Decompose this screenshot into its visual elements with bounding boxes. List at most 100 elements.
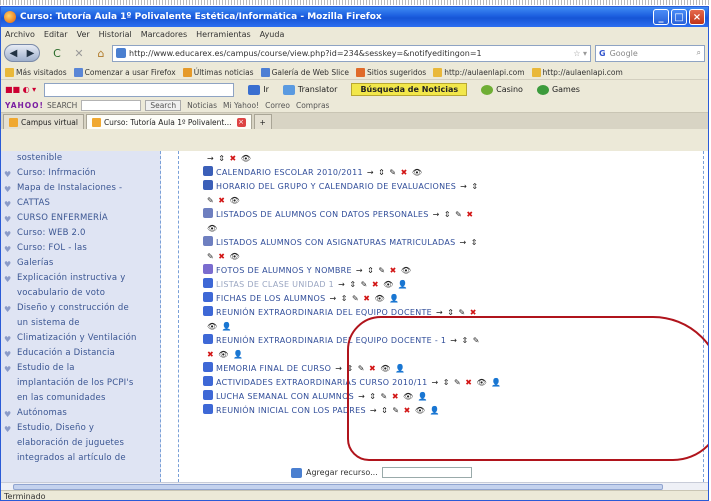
- bookmark-item[interactable]: Galería de Web Slice: [260, 67, 349, 77]
- sidebar-course-item[interactable]: ♥ Estudio de la: [4, 361, 157, 375]
- resource-link[interactable]: FOTOS DE ALUMNOS Y NOMBRE: [216, 266, 352, 275]
- resource-link[interactable]: REUNIÓN INICIAL CON LOS PADRES: [216, 406, 366, 415]
- edit-action-icons[interactable]: → ⇕ ✎ ✖ 👁: [356, 266, 412, 275]
- yahoo-link[interactable]: Mi Yahoo!: [223, 101, 259, 110]
- forward-arrow-icon[interactable]: ▶: [27, 48, 35, 59]
- close-button[interactable]: ×: [689, 9, 705, 25]
- edit-action-icons[interactable]: → ⇕ ✎ ✖ 👁 👤: [329, 294, 400, 303]
- horizontal-scrollbar[interactable]: [1, 482, 708, 490]
- bookmark-item[interactable]: Últimas noticias: [182, 67, 254, 77]
- menu-historial[interactable]: Historial: [99, 30, 132, 39]
- stop-icon[interactable]: ✕: [72, 46, 86, 60]
- yahoo-link[interactable]: Compras: [296, 101, 329, 110]
- maximize-button[interactable]: □: [671, 9, 687, 25]
- menu-ayuda[interactable]: Ayuda: [260, 30, 285, 39]
- add-resource-select[interactable]: [381, 467, 472, 478]
- back-arrow-icon[interactable]: ◀: [10, 48, 18, 59]
- bookmark-item[interactable]: http://aulaenlapi.com: [531, 67, 623, 77]
- sidebar-course-label: un sistema de: [17, 318, 80, 328]
- resource-link[interactable]: LISTADOS DE ALUMNOS CON DATOS PERSONALES: [216, 210, 429, 219]
- sidebar-course-item[interactable]: ♥ Curso: Infrmación: [4, 166, 157, 180]
- reload-icon[interactable]: C: [50, 46, 64, 60]
- resource-link[interactable]: FICHAS DE LOS ALUMNOS: [216, 294, 325, 303]
- sidebar-course-item[interactable]: elaboración de juguetes: [4, 436, 157, 450]
- go-button[interactable]: Ir: [248, 84, 269, 95]
- resource-link[interactable]: LISTAS DE CLASE UNIDAD 1: [216, 280, 334, 289]
- bookmark-item[interactable]: Comenzar a usar Firefox: [73, 67, 176, 77]
- search-box[interactable]: G Google ⌕: [595, 44, 705, 62]
- search-engine-icon[interactable]: G: [599, 49, 606, 58]
- edit-action-icons[interactable]: → ⇕ ✎ ✖: [433, 210, 474, 219]
- news-search-button[interactable]: Búsqueda de Noticias: [351, 83, 468, 96]
- casino-button[interactable]: Casino: [481, 84, 523, 95]
- search-placeholder[interactable]: Google: [610, 49, 697, 58]
- sidebar-course-item[interactable]: ♥ Educación a Distancia: [4, 346, 157, 360]
- bookmark-item[interactable]: Más visitados: [5, 67, 67, 77]
- menu-ver[interactable]: Ver: [77, 30, 90, 39]
- sidebar-course-item[interactable]: en las comunidades: [4, 391, 157, 405]
- edit-action-icons[interactable]: → ⇕: [460, 182, 479, 191]
- resource-link[interactable]: CALENDARIO ESCOLAR 2010/2011: [216, 168, 363, 177]
- back-forward-buttons[interactable]: ◀ ▶: [4, 44, 40, 62]
- sidebar-course-item[interactable]: ♥ Diseño y construcción de: [4, 301, 157, 315]
- close-tab-icon[interactable]: ×: [236, 117, 246, 127]
- sidebar-course-label: CATTAS: [17, 198, 51, 208]
- sidebar-course-item[interactable]: sostenible: [4, 151, 157, 165]
- resource-link[interactable]: HORARIO DEL GRUPO Y CALENDARIO DE EVALUA…: [216, 182, 456, 191]
- new-tab-button[interactable]: +: [253, 114, 272, 129]
- tab-campus[interactable]: Campus virtual: [3, 114, 84, 129]
- sidebar-course-item[interactable]: ♥ Autónomas: [4, 406, 157, 420]
- sidebar-course-item[interactable]: ♥ Climatización y Ventilación: [4, 331, 157, 345]
- edit-action-icons[interactable]: → ⇕ ✖ 👁: [207, 154, 252, 163]
- bookmark-item[interactable]: http://aulaenlapi.com: [433, 67, 525, 77]
- search-icon[interactable]: ⌕: [697, 48, 701, 58]
- menu-herramientas[interactable]: Herramientas: [196, 30, 251, 39]
- resource-link[interactable]: LUCHA SEMANAL CON ALUMNOS: [216, 392, 354, 401]
- menu-editar[interactable]: Editar: [44, 30, 68, 39]
- translator-button[interactable]: Translator: [282, 84, 337, 95]
- yahoo-link[interactable]: Correo: [265, 101, 290, 110]
- edit-action-icons[interactable]: ✎ ✖ 👁: [207, 196, 241, 205]
- yahoo-search-button[interactable]: Search: [145, 100, 182, 111]
- tab-strip: Campus virtual Curso: Tutoría Aula 1º Po…: [1, 113, 708, 129]
- sidebar-course-item[interactable]: ♥ CURSO ENFERMERÍA: [4, 211, 157, 225]
- resource-link[interactable]: MEMORIA FINAL DE CURSO: [216, 364, 331, 373]
- toolbar-search-input[interactable]: [44, 82, 235, 97]
- edit-action-icons[interactable]: ✖ 👁 👤: [207, 350, 244, 359]
- sidebar-course-item[interactable]: ♥ CATTAS: [4, 196, 157, 210]
- tab-course[interactable]: Curso: Tutoría Aula 1º Polivalent... ×: [85, 114, 252, 129]
- games-button[interactable]: Games: [536, 84, 580, 95]
- resource-row: LISTAS DE CLASE UNIDAD 1 → ⇕ ✎ ✖ 👁 👤: [203, 278, 708, 292]
- site-favicon: [116, 48, 126, 58]
- edit-action-icons[interactable]: → ⇕ ✎ ✖ 👁: [367, 168, 423, 177]
- menu-marcadores[interactable]: Marcadores: [141, 30, 187, 39]
- sidebar-course-item[interactable]: ♥ Explicación instructiva y: [4, 271, 157, 285]
- edit-action-icons[interactable]: 👁: [207, 224, 218, 233]
- sidebar-course-item[interactable]: ♥ Galerías: [4, 256, 157, 270]
- bookmark-item[interactable]: Sitios sugeridos: [356, 67, 426, 77]
- sidebar-course-item[interactable]: ♥ Curso: FOL - las: [4, 241, 157, 255]
- sidebar-course-item[interactable]: ♥ Mapa de Instalaciones -: [4, 181, 157, 195]
- sidebar-course-item[interactable]: ♥ Curso: WEB 2.0: [4, 226, 157, 240]
- resource-link[interactable]: LISTADOS ALUMNOS CON ASIGNATURAS MATRICU…: [216, 238, 456, 247]
- edit-action-icons[interactable]: 👁 👤: [207, 322, 233, 331]
- sidebar-course-item[interactable]: integrados al artículo de: [4, 451, 157, 465]
- sidebar-course-item[interactable]: ♥ Estudio, Diseño y: [4, 421, 157, 435]
- add-resource-control[interactable]: Agregar recurso...: [291, 467, 472, 478]
- home-icon[interactable]: ⌂: [94, 46, 108, 60]
- bookmark-star-icon[interactable]: ☆ ▾: [573, 49, 587, 58]
- yahoo-link[interactable]: Noticias: [187, 101, 217, 110]
- sidebar-course-item[interactable]: vocabulario de voto: [4, 286, 157, 300]
- minimize-button[interactable]: _: [653, 9, 669, 25]
- course-main: → ⇕ ✖ 👁 CALENDARIO ESCOLAR 2010/2011 → ⇕ ✎…: [161, 151, 708, 482]
- menu-archivo[interactable]: Archivo: [5, 30, 35, 39]
- edit-action-icons[interactable]: → ⇕: [460, 238, 479, 247]
- forum-resource-icon: [203, 376, 213, 386]
- yahoo-search-input[interactable]: [81, 100, 142, 111]
- sidebar-course-item[interactable]: un sistema de: [4, 316, 157, 330]
- edit-action-icons[interactable]: ✎ ✖ 👁: [207, 252, 241, 261]
- edit-action-icons[interactable]: → ⇕ ✎ ✖ 👁 👤: [338, 280, 409, 289]
- sidebar-course-item[interactable]: implantación de los PCPI's: [4, 376, 157, 390]
- url-text[interactable]: http://www.educarex.es/campus/course/vie…: [129, 49, 570, 58]
- url-bar[interactable]: http://www.educarex.es/campus/course/vie…: [112, 44, 591, 62]
